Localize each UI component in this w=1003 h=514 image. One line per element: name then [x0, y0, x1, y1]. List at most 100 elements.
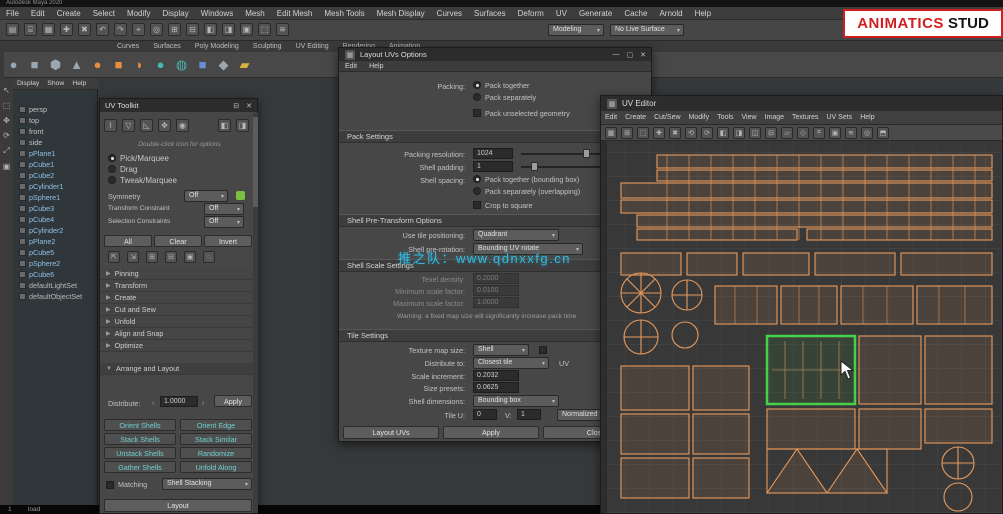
spacing-separately-radio[interactable]: Pack separately (overlapping) [473, 187, 580, 196]
status-icon[interactable]: ⊞ [168, 23, 181, 36]
menu-item[interactable]: Cache [618, 9, 653, 18]
toolkit-section-header[interactable]: ▶Create [100, 292, 253, 304]
toolkit-section-header[interactable]: ▶Pinning [100, 268, 253, 280]
spacing-together-radio[interactable]: Pack together (bounding box) [473, 175, 579, 184]
symmetry-dropdown[interactable]: Off [184, 190, 228, 202]
tool-icon[interactable]: ⬚ [3, 101, 11, 110]
shelf-icon[interactable]: ⬢ [46, 55, 65, 74]
uv-tool-icon[interactable]: ▽ [122, 119, 135, 132]
status-icon[interactable]: ⌖ [132, 23, 145, 36]
menu-item[interactable]: Modify [121, 9, 157, 18]
uv-editor-toolbar-icon[interactable]: ▱ [781, 127, 793, 139]
outliner-menu-item[interactable]: Help [68, 80, 90, 87]
shelf-tab[interactable]: Surfaces [146, 43, 188, 50]
distribute-dropdown[interactable]: Closest tile [473, 357, 549, 369]
menu-item[interactable]: Mesh Display [371, 9, 431, 18]
shelf-icon[interactable]: ■ [109, 55, 128, 74]
outliner-item[interactable]: pCube1 [13, 159, 97, 170]
shelf-icon[interactable]: ▰ [235, 55, 254, 74]
toolkit-scrollbar[interactable] [253, 113, 258, 513]
uv-tool-icon[interactable]: ◉ [176, 119, 189, 132]
shelf-icon[interactable]: ■ [25, 55, 44, 74]
grow-shrink-icon[interactable]: ⇱ [108, 251, 120, 263]
uv-toolkit-titlebar[interactable]: UV Toolkit ⊟ ✕ [100, 99, 257, 112]
scale-increment-field[interactable]: 0.2032 [473, 370, 519, 381]
dialog-menu-item[interactable]: Help [363, 63, 389, 70]
status-icon[interactable]: ↷ [114, 23, 127, 36]
shelf-icon[interactable]: ◗ [130, 55, 149, 74]
shell-padding-field[interactable]: 1 [473, 161, 513, 172]
status-icon[interactable]: ✚ [60, 23, 73, 36]
shelf-icon[interactable]: ◍ [172, 55, 191, 74]
uv-editor-menu-item[interactable]: Cut/Sew [650, 114, 684, 121]
distribute-apply-button[interactable]: Apply [214, 395, 252, 407]
tool-icon[interactable]: ⟳ [3, 131, 10, 140]
uv-tool-icon[interactable]: ✥ [158, 119, 171, 132]
dialog-titlebar[interactable]: ▦ Layout UVs Options — ▢ ✕ [339, 48, 651, 61]
status-icon[interactable]: ⊟ [186, 23, 199, 36]
menu-item[interactable]: File [0, 9, 25, 18]
pack-together-radio[interactable]: Pack together [473, 81, 529, 90]
shelf-tab[interactable]: UV Editing [289, 43, 336, 50]
outliner-item[interactable]: pPlane2 [13, 236, 97, 247]
live-surface-dropdown[interactable]: No Live Surface [610, 24, 684, 36]
distribute-field[interactable]: 1.0000 [160, 396, 198, 407]
menu-item[interactable]: Surfaces [468, 9, 512, 18]
toolkit-section-header[interactable]: ▶Align and Snap [100, 328, 253, 340]
outliner-menu-item[interactable]: Show [43, 80, 68, 87]
uv-editor-titlebar[interactable]: ▦ UV Editor [601, 96, 1002, 111]
workspace-dropdown[interactable]: Modeling [548, 24, 604, 36]
crop-square-checkbox[interactable]: Crop to square [473, 201, 533, 210]
outliner-item[interactable]: pCube6 [13, 269, 97, 280]
spinner-left-icon[interactable]: ‹ [152, 398, 154, 407]
uv-tool-icon[interactable]: ⌇ [104, 119, 117, 132]
outliner-item[interactable]: pSphere1 [13, 192, 97, 203]
tool-icon[interactable]: ▣ [3, 162, 11, 171]
tool-icon[interactable]: ✥ [3, 116, 10, 125]
toolkit-section-header[interactable]: ▶Transform [100, 280, 253, 292]
select-mode-option[interactable]: Pick/Marquee [108, 154, 177, 165]
spinner-right-icon[interactable]: › [202, 398, 204, 407]
matching-dropdown[interactable]: Shell Stacking [162, 478, 252, 490]
menu-item[interactable]: Deform [512, 9, 550, 18]
uv-editor-toolbar-icon[interactable]: ⊞ [621, 127, 633, 139]
outliner-item[interactable]: front [13, 126, 97, 137]
selection-action-button[interactable]: Invert [204, 235, 252, 247]
map-size-checkbox[interactable] [539, 346, 547, 354]
arrange-button[interactable]: Unstack Shells [104, 447, 176, 459]
toolkit-section-header[interactable]: ▶Unfold [100, 316, 253, 328]
shell-dimensions-dropdown[interactable]: Bounding box [473, 395, 559, 407]
outliner-item[interactable]: pCube2 [13, 170, 97, 181]
view-mode-icon[interactable]: ◨ [236, 119, 249, 132]
outliner-item[interactable]: pCube3 [13, 203, 97, 214]
outliner-item[interactable]: pCylinder2 [13, 225, 97, 236]
outliner-item[interactable]: side [13, 137, 97, 148]
menu-item[interactable]: Display [157, 9, 195, 18]
status-icon[interactable]: ⌸ [24, 23, 37, 36]
uv-editor-menu-item[interactable]: Textures [788, 114, 822, 121]
tile-u-field[interactable]: 0 [473, 409, 497, 420]
dialog-menu-item[interactable]: Edit [339, 63, 363, 70]
select-mode-option[interactable]: Drag [108, 165, 177, 176]
grow-shrink-icon[interactable]: ⇲ [127, 251, 139, 263]
shelf-icon[interactable]: ● [4, 55, 23, 74]
outliner-item[interactable]: pSphere2 [13, 258, 97, 269]
tile-v-field[interactable]: 1 [517, 409, 541, 420]
transform-constraint-dropdown[interactable]: Off [204, 203, 244, 215]
shelf-tab[interactable]: Sculpting [246, 43, 289, 50]
menu-item[interactable]: Mesh [239, 9, 271, 18]
shelf-icon[interactable]: ■ [193, 55, 212, 74]
uv-editor-toolbar-icon[interactable]: ◫ [749, 127, 761, 139]
status-icon[interactable]: ▤ [6, 23, 19, 36]
uv-editor-menu-item[interactable]: UV Sets [823, 114, 857, 121]
map-size-dropdown[interactable]: Shell [473, 344, 529, 356]
status-icon[interactable]: ◧ [204, 23, 217, 36]
uv-editor-toolbar-icon[interactable]: ✖ [669, 127, 681, 139]
uv-editor-menu-item[interactable]: Create [621, 114, 650, 121]
uv-editor-menu-item[interactable]: Tools [713, 114, 737, 121]
outliner-item[interactable]: pPlane1 [13, 148, 97, 159]
uv-editor-toolbar-icon[interactable]: ⊟ [765, 127, 777, 139]
dock-icon[interactable]: ⊟ [233, 102, 239, 110]
outliner-item[interactable]: persp [13, 104, 97, 115]
menu-item[interactable]: Edit Mesh [271, 9, 319, 18]
